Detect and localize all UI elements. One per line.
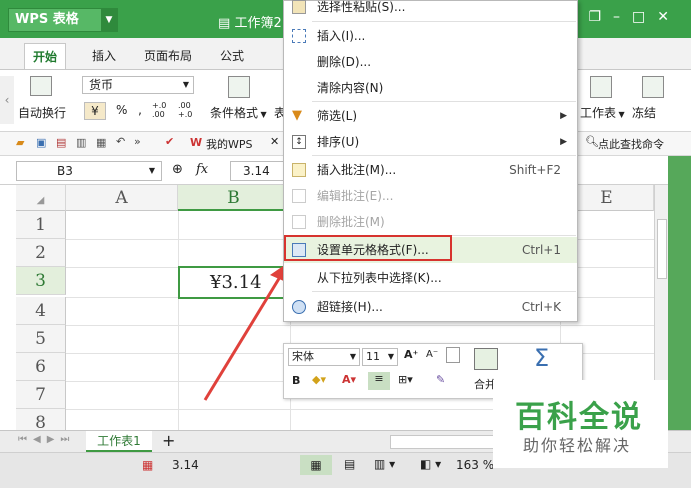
page-layout-view-icon[interactable]: ▤ — [344, 457, 355, 471]
normal-view-icon[interactable]: ▦ — [300, 455, 332, 475]
paste-special-icon — [292, 0, 306, 14]
menu-separator — [312, 291, 576, 292]
menu-separator — [312, 101, 576, 102]
submenu-arrow-icon: ▶ — [560, 111, 567, 121]
filter-icon: ▼ — [292, 108, 302, 123]
calculator-icon: ▦ — [142, 458, 154, 472]
shrink-font-icon[interactable]: A⁻ — [426, 349, 438, 360]
menu-item-paste-special[interactable]: 选择性粘贴(S)... — [284, 0, 577, 20]
font-size-select[interactable]: 11 ▼ — [362, 348, 398, 366]
edit-comment-icon — [292, 189, 306, 203]
menu-item-edit-comment: 编辑批注(E)... — [284, 183, 577, 209]
fill-color-icon[interactable]: ◆▾ — [312, 373, 326, 386]
highlight-box — [284, 235, 452, 261]
menu-item-clear-contents[interactable]: 清除内容(N) — [284, 75, 577, 101]
menu-item-insert-comment[interactable]: 插入批注(M)... Shift+F2 — [284, 157, 577, 183]
menu-item-hyperlink[interactable]: 超链接(H)... Ctrl+K — [284, 294, 577, 320]
status-value: 3.14 — [172, 458, 199, 472]
menu-item-insert[interactable]: 插入(I)... — [284, 23, 577, 49]
font-family-select[interactable]: 宋体 ▼ — [288, 348, 360, 366]
clear-format-icon[interactable]: ✎ — [436, 373, 445, 386]
insert-comment-icon — [292, 163, 306, 177]
delete-comment-icon — [292, 215, 306, 229]
watermark: 百科全说 助你轻松解决 — [493, 380, 668, 468]
zoom-level[interactable]: 163 % — [456, 458, 494, 472]
watermark-title: 百科全说 — [515, 400, 643, 435]
sort-icon: ↕ — [292, 135, 306, 149]
hyperlink-icon — [292, 300, 306, 314]
menu-separator — [312, 21, 576, 22]
autosum-icon[interactable]: Σ — [534, 344, 549, 372]
submenu-arrow-icon: ▶ — [560, 137, 567, 147]
align-center-icon[interactable]: ≡ — [368, 372, 390, 390]
bold-button[interactable]: B — [292, 374, 300, 387]
merge-cells-icon[interactable] — [474, 348, 498, 370]
page-break-view-icon[interactable]: ▥ ▾ — [374, 457, 395, 471]
menu-item-sort[interactable]: ↕ 排序(U) ▶ — [284, 129, 577, 155]
menu-item-delete-comment: 删除批注(M) — [284, 209, 577, 235]
chevron-down-icon: ▼ — [387, 352, 394, 361]
add-sheet-button[interactable]: + — [162, 431, 175, 450]
format-painter-icon[interactable] — [446, 347, 460, 363]
context-menu: 选择性粘贴(S)... 插入(I)... 删除(D)... 清除内容(N) ▼ … — [283, 0, 578, 322]
menu-item-delete[interactable]: 删除(D)... — [284, 49, 577, 75]
grow-font-icon[interactable]: A⁺ — [404, 348, 418, 361]
menu-separator — [312, 155, 576, 156]
menu-item-pick-from-list[interactable]: 从下拉列表中选择(K)... — [284, 265, 577, 291]
insert-cells-icon — [292, 29, 306, 43]
sheet-nav-icons[interactable]: ⏮◀▶⏭ — [18, 434, 75, 445]
sheet-tab-1[interactable]: 工作表1 — [86, 431, 152, 452]
reading-mode-icon[interactable]: ◧ ▾ — [420, 457, 441, 471]
watermark-subtitle: 助你轻松解决 — [523, 436, 632, 455]
horizontal-scrollbar[interactable] — [390, 435, 500, 449]
menu-item-filter[interactable]: ▼ 筛选(L) ▶ — [284, 103, 577, 129]
chevron-down-icon: ▼ — [349, 352, 356, 361]
font-color-icon[interactable]: A▾ — [342, 373, 356, 386]
borders-icon[interactable]: ⊞▾ — [398, 373, 413, 386]
